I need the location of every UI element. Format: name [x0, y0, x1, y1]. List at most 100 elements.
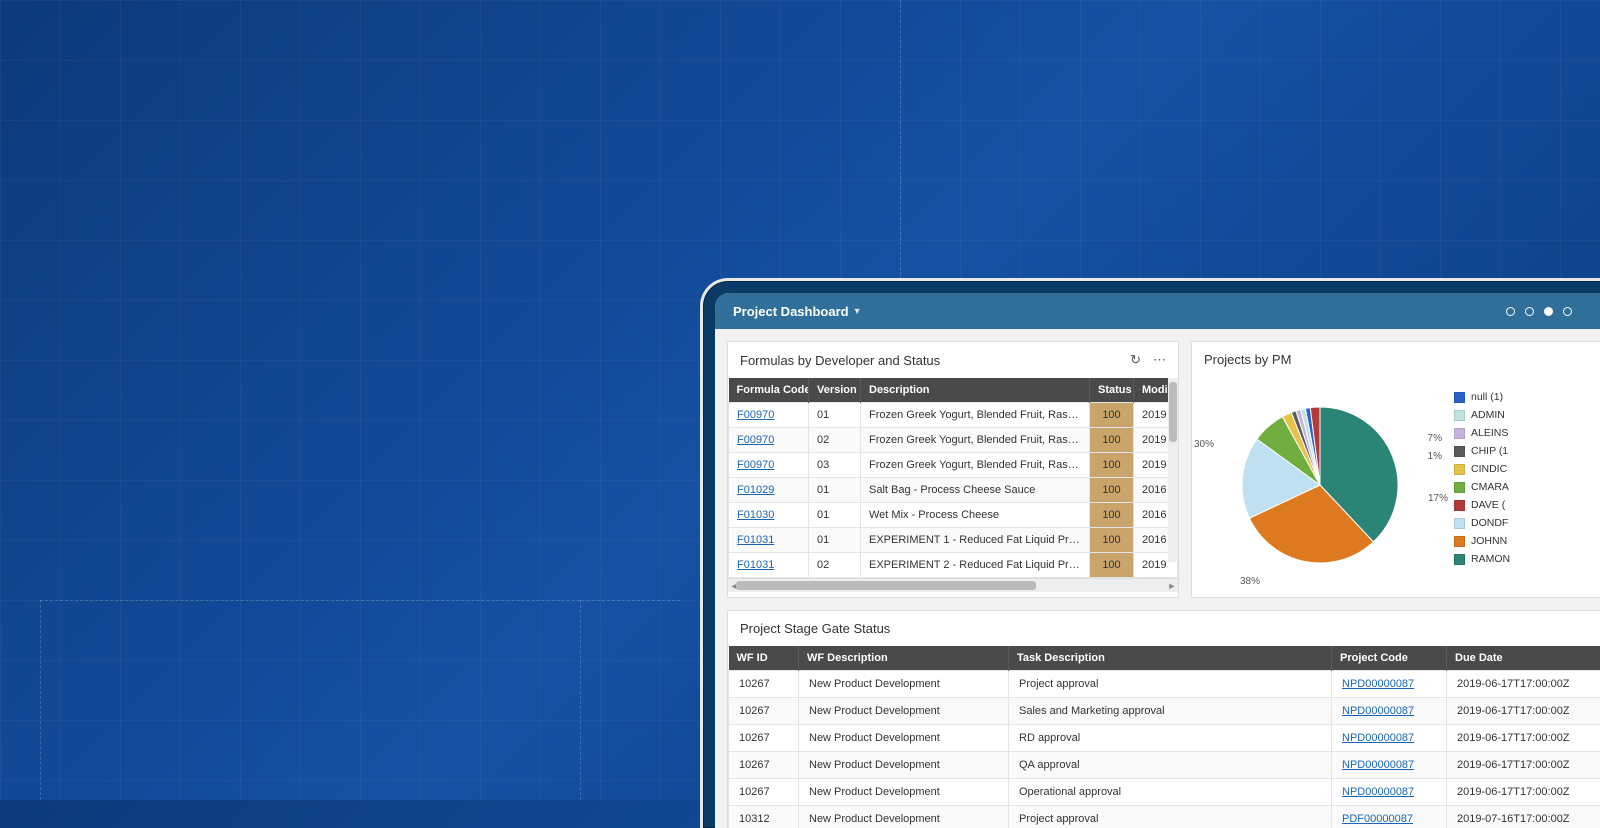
cell-wfdesc: New Product Development	[799, 725, 1009, 752]
project-code-link[interactable]: NPD00000087	[1342, 759, 1414, 771]
pie-legend: null (1) ADMIN ALEINS CHIP (1 CINDIC CMARA DAV…	[1454, 385, 1514, 585]
project-code-link[interactable]: NPD00000087	[1342, 678, 1414, 690]
legend-swatch	[1454, 464, 1465, 475]
cell-wfid: 10267	[729, 698, 799, 725]
cell-status: 100	[1090, 403, 1134, 428]
formula-code-link[interactable]: F01030	[737, 509, 774, 521]
formula-code-link[interactable]: F01031	[737, 534, 774, 546]
card-formulas: Formulas by Developer and Status ↻ ⋯ For…	[727, 341, 1179, 598]
cell-wfdesc: New Product Development	[799, 806, 1009, 828]
legend-item[interactable]: JOHNN	[1454, 535, 1514, 547]
col-header[interactable]: Version	[809, 378, 861, 403]
project-code-link[interactable]: NPD00000087	[1342, 705, 1414, 717]
table-row[interactable]: 10267New Product DevelopmentProject appr…	[729, 671, 1600, 698]
legend-swatch	[1454, 410, 1465, 421]
legend-item[interactable]: DAVE (	[1454, 499, 1514, 511]
pager-dot-active[interactable]	[1544, 307, 1553, 316]
card-stage-gate: Project Stage Gate Status WF ID WF Descr…	[727, 610, 1600, 828]
formula-code-link[interactable]: F01029	[737, 484, 774, 496]
carousel-pager[interactable]	[1506, 307, 1572, 316]
pie-chart[interactable]: 30% 38% 17% 7% 1%	[1200, 385, 1440, 585]
cell-version: 02	[809, 428, 861, 453]
legend-item[interactable]: ADMIN	[1454, 409, 1514, 421]
formula-code-link[interactable]: F01031	[737, 559, 774, 571]
cell-wfid: 10267	[729, 752, 799, 779]
cell-version: 01	[809, 478, 861, 503]
cell-status: 100	[1090, 528, 1134, 553]
legend-label: CMARA	[1471, 481, 1509, 493]
cell-task: Operational approval	[1009, 779, 1332, 806]
formulas-table: Formula Code Version Description Status …	[728, 378, 1178, 578]
cell-status: 100	[1090, 553, 1134, 578]
legend-label: RAMON	[1471, 553, 1510, 565]
table-row[interactable]: F0103102EXPERIMENT 2 - Reduced Fat Liqui…	[729, 553, 1178, 578]
vertical-scrollbar[interactable]	[1168, 378, 1178, 562]
formula-code-link[interactable]: F00970	[737, 434, 774, 446]
col-header[interactable]: Status	[1090, 378, 1134, 403]
cell-wfdesc: New Product Development	[799, 752, 1009, 779]
legend-label: JOHNN	[1471, 535, 1507, 547]
table-row[interactable]: F00970 02Frozen Greek Yogurt, Blended Fru…	[729, 428, 1178, 453]
card-title: Project Stage Gate Status	[740, 621, 890, 636]
cell-wfdesc: New Product Development	[799, 779, 1009, 806]
col-header[interactable]: Due Date	[1447, 646, 1600, 671]
legend-item[interactable]: ALEINS	[1454, 427, 1514, 439]
formula-code-link[interactable]: F00970	[737, 409, 774, 421]
horizontal-scrollbar[interactable]: ◄ ►	[728, 578, 1178, 592]
table-row[interactable]: 10267New Product DevelopmentRD approvalN…	[729, 725, 1600, 752]
cell-description: Frozen Greek Yogurt, Blended Fruit, Rasp…	[861, 428, 1090, 453]
cell-description: EXPERIMENT 2 - Reduced Fat Liquid Proces…	[861, 553, 1090, 578]
col-header[interactable]: Formula Code	[729, 378, 809, 403]
pager-dot[interactable]	[1563, 307, 1572, 316]
title-dropdown-icon[interactable]: ▾	[855, 306, 860, 317]
more-icon[interactable]: ⋯	[1153, 352, 1166, 368]
project-code-link[interactable]: NPD00000087	[1342, 786, 1414, 798]
col-header[interactable]: Task Description	[1009, 646, 1332, 671]
cell-due: 2019-06-17T17:00:00Z	[1447, 698, 1600, 725]
cell-version: 01	[809, 528, 861, 553]
cell-description: Salt Bag - Process Cheese Sauce	[861, 478, 1090, 503]
cell-task: Sales and Marketing approval	[1009, 698, 1332, 725]
table-row[interactable]: F0103101EXPERIMENT 1 - Reduced Fat Liqui…	[729, 528, 1178, 553]
table-row[interactable]: F00970 01Frozen Greek Yogurt, Blended Fru…	[729, 403, 1178, 428]
page-title[interactable]: Project Dashboard	[733, 304, 849, 319]
cell-description: Frozen Greek Yogurt, Blended Fruit, Rasp…	[861, 403, 1090, 428]
legend-item[interactable]: null (1)	[1454, 391, 1514, 403]
legend-swatch	[1454, 536, 1465, 547]
table-row[interactable]: F0103001Wet Mix - Process Cheese1002016	[729, 503, 1178, 528]
legend-item[interactable]: CINDIC	[1454, 463, 1514, 475]
legend-swatch	[1454, 554, 1465, 565]
table-row[interactable]: F0102901Salt Bag - Process Cheese Sauce1…	[729, 478, 1178, 503]
pager-dot[interactable]	[1525, 307, 1534, 316]
table-row[interactable]: 10267New Product DevelopmentSales and Ma…	[729, 698, 1600, 725]
card-title: Projects by PM	[1204, 352, 1291, 367]
project-code-link[interactable]: NPD00000087	[1342, 732, 1414, 744]
cell-description: Wet Mix - Process Cheese	[861, 503, 1090, 528]
col-header[interactable]: WF ID	[729, 646, 799, 671]
table-row[interactable]: 10267New Product DevelopmentQA approvalN…	[729, 752, 1600, 779]
legend-item[interactable]: CHIP (1	[1454, 445, 1514, 457]
scroll-right-icon[interactable]: ►	[1166, 579, 1178, 592]
legend-item[interactable]: RAMON	[1454, 553, 1514, 565]
table-row[interactable]: 10267New Product DevelopmentOperational …	[729, 779, 1600, 806]
legend-swatch	[1454, 500, 1465, 511]
cell-version: 01	[809, 403, 861, 428]
pie-label: 17%	[1428, 493, 1448, 504]
table-row[interactable]: F0097003Frozen Greek Yogurt, Blended Fru…	[729, 453, 1178, 478]
project-code-link[interactable]: PDF00000087	[1342, 813, 1413, 825]
formula-code-link[interactable]: F00970	[737, 459, 774, 471]
col-header[interactable]: Project Code	[1332, 646, 1447, 671]
pager-dot[interactable]	[1506, 307, 1515, 316]
cell-due: 2019-06-17T17:00:00Z	[1447, 779, 1600, 806]
app-window: Project Dashboard ▾ Formulas by Develope…	[715, 293, 1600, 828]
col-header[interactable]: Description	[861, 378, 1090, 403]
cell-due: 2019-06-17T17:00:00Z	[1447, 671, 1600, 698]
refresh-icon[interactable]: ↻	[1130, 352, 1141, 368]
table-row[interactable]: 10312New Product DevelopmentProject appr…	[729, 806, 1600, 828]
pie-label: 30%	[1194, 439, 1214, 450]
legend-label: DAVE (	[1471, 499, 1505, 511]
legend-item[interactable]: CMARA	[1454, 481, 1514, 493]
decorative-line	[900, 0, 901, 280]
col-header[interactable]: WF Description	[799, 646, 1009, 671]
legend-item[interactable]: DONDF	[1454, 517, 1514, 529]
